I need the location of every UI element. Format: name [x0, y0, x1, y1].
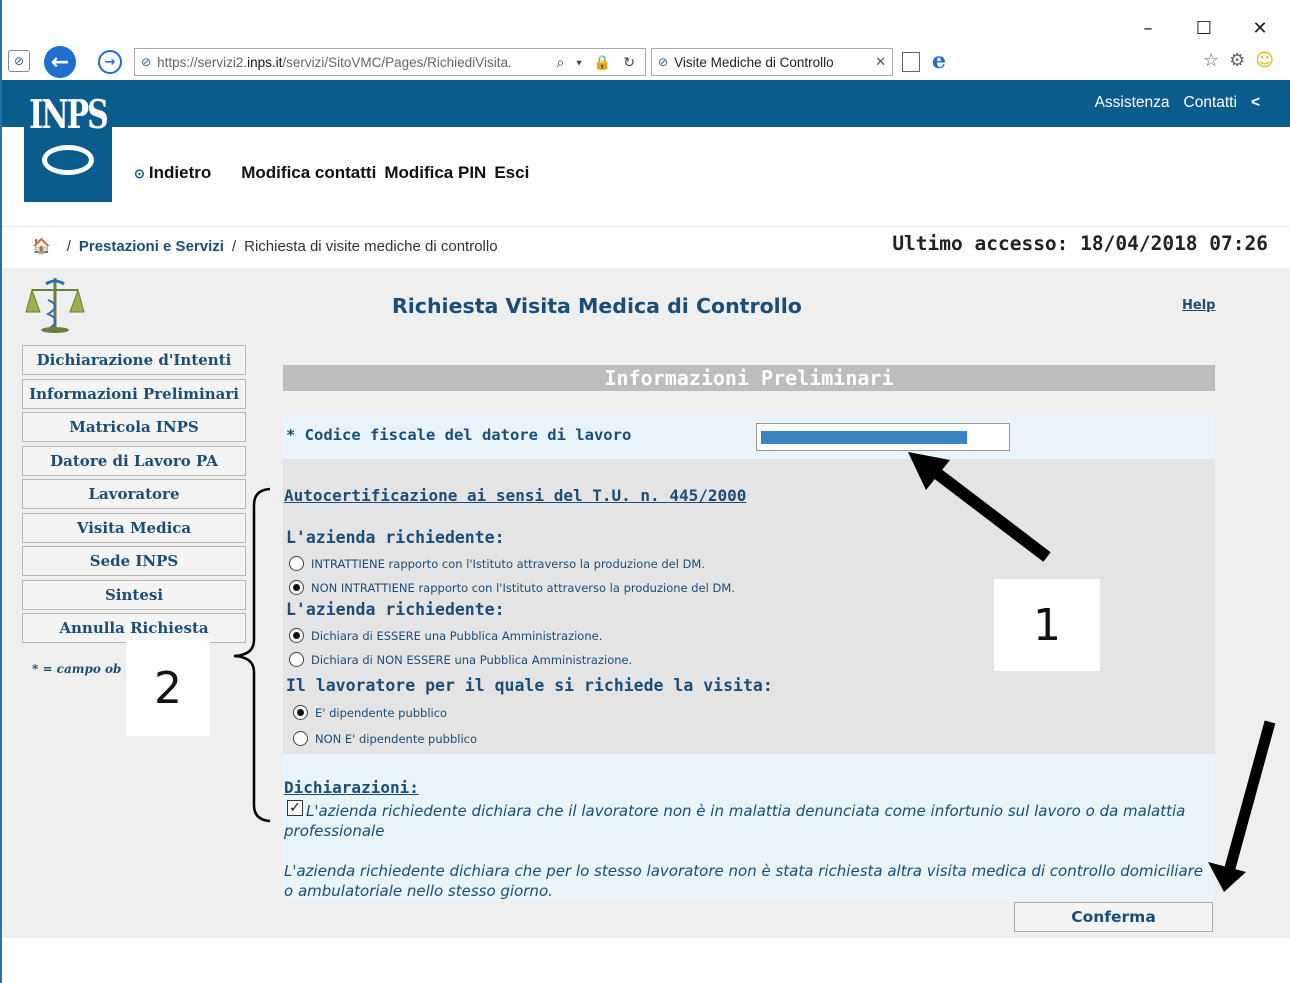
tab-title: Visite Mediche di Controllo [674, 54, 834, 70]
tab-favicon-icon: ⊘ [658, 55, 669, 69]
contatti-link[interactable]: Contatti [1184, 94, 1237, 112]
window-controls: – ☐ ✕ [1138, 18, 1270, 39]
side-item-visita[interactable]: Visita Medica [22, 512, 246, 543]
side-item-informazioni[interactable]: Informazioni Preliminari [22, 378, 246, 409]
assistenza-link[interactable]: Assistenza [1095, 94, 1170, 112]
settings-gear-icon[interactable]: ⚙ [1229, 50, 1245, 71]
declaration-2-text: L'azienda richiedente dichiara che per l… [284, 862, 1204, 900]
logo-text: INPS [29, 92, 109, 139]
required-field-note: * = campo ob [32, 662, 122, 676]
browser-window: – ☐ ✕ ⊘ ← → ⊘ https://servizi2.inps.it/s… [0, 0, 1290, 983]
radio-button-selected[interactable] [289, 628, 304, 643]
favorites-star-icon[interactable]: ☆ [1203, 50, 1219, 71]
breadcrumb: 🏠 / Prestazioni e Servizi / Richiesta di… [32, 237, 498, 256]
share-icon[interactable]: < [1251, 94, 1260, 112]
breadcrumb-prestazioni[interactable]: Prestazioni e Servizi [79, 238, 224, 255]
annotation-label-1: 1 [994, 579, 1100, 671]
radio-button[interactable] [293, 731, 308, 746]
declaration-1-text: L'azienda richiedente dichiara che il la… [284, 802, 1186, 840]
q2-option-non-essere-pa[interactable]: Dichiara di NON ESSERE una Pubblica Ammi… [289, 652, 632, 667]
breadcrumb-separator: / [66, 237, 71, 255]
side-item-lavoratore[interactable]: Lavoratore [22, 479, 246, 509]
edge-icon[interactable]: e [932, 48, 946, 74]
side-item-datore[interactable]: Datore di Lavoro PA [22, 445, 246, 476]
declarations-title: Dichiarazioni: [284, 778, 419, 797]
q3-title: Il lavoratore per il quale si richiede l… [286, 676, 773, 695]
radio-button[interactable] [289, 556, 304, 571]
modifica-pin-link[interactable]: Modifica PIN [384, 163, 486, 183]
q2-title: L'azienda richiedente: [286, 600, 505, 619]
inps-logo[interactable]: INPS [24, 80, 112, 202]
side-menu: Dichiarazione d'Intenti Informazioni Pre… [22, 345, 246, 647]
top-links: Assistenza Contatti < [1095, 94, 1260, 112]
q3-option-non-dipendente[interactable]: NON E' dipendente pubblico [293, 731, 477, 746]
new-tab-icon[interactable] [902, 52, 920, 72]
header-divider [2, 226, 1290, 227]
sub-nav: ⊙ Indietro Modifica contatti Modifica PIN… [134, 163, 537, 183]
browser-toolbar: ⊘ ← → ⊘ https://servizi2.inps.it/servizi… [2, 46, 1290, 78]
cf-redacted-value [761, 431, 967, 444]
close-window-button[interactable]: ✕ [1250, 18, 1270, 39]
modifica-contatti-link[interactable]: Modifica contatti [241, 163, 376, 183]
radio-button-selected[interactable] [293, 705, 308, 720]
maximize-button[interactable]: ☐ [1194, 18, 1214, 39]
minimize-button[interactable]: – [1138, 18, 1158, 39]
side-item-dichiarazione[interactable]: Dichiarazione d'Intenti [22, 345, 246, 375]
address-tools-icon[interactable]: ⌕ ▾ 🔒 ↻ [556, 54, 639, 71]
side-item-sintesi[interactable]: Sintesi [22, 579, 246, 610]
tab-visite-mediche[interactable]: ⊘ Visite Mediche di Controllo ✕ [651, 48, 893, 76]
radio-button[interactable] [289, 652, 304, 667]
breadcrumb-current: Richiesta di visite mediche di controllo [244, 237, 498, 255]
back-circle-icon: ⊙ [134, 166, 145, 181]
feedback-smiley-icon[interactable]: ☺ [1255, 50, 1274, 71]
help-link[interactable]: Help [1182, 298, 1215, 313]
address-bar[interactable]: ⊘ https://servizi2.inps.it/servizi/SitoV… [134, 48, 646, 76]
q1-option-non-intrattiene[interactable]: NON INTRATTIENE rapporto con l'Istituto … [289, 580, 735, 595]
q3-option-dipendente[interactable]: E' dipendente pubblico [293, 705, 447, 720]
page-title: Richiesta Visita Medica di Controllo [392, 294, 802, 318]
codice-fiscale-input[interactable] [756, 423, 1010, 451]
back-button[interactable]: ← [44, 46, 76, 78]
tab-close-icon[interactable]: ✕ [875, 54, 886, 70]
conferma-button[interactable]: Conferma [1014, 902, 1213, 932]
url-text: https://servizi2.inps.it/servizi/SitoVMC… [157, 54, 512, 70]
caduceus-icon [25, 278, 85, 333]
site-icon: ⊘ [8, 50, 30, 72]
home-icon[interactable]: 🏠 [32, 237, 51, 255]
q1-title: L'azienda richiedente: [286, 528, 505, 547]
q2-option-essere-pa[interactable]: Dichiara di ESSERE una Pubblica Amminist… [289, 628, 602, 643]
cf-label: * Codice fiscale del datore di lavoro [286, 426, 632, 444]
forward-button[interactable]: → [98, 50, 122, 74]
logo-swirl-icon [42, 145, 94, 175]
section-header: Informazioni Preliminari [283, 365, 1215, 391]
q1-option-intrattiene[interactable]: INTRATTIENE rapporto con l'Istituto attr… [289, 556, 705, 571]
autocert-link[interactable]: Autocertificazione ai sensi del T.U. n. … [284, 486, 746, 505]
side-item-matricola[interactable]: Matricola INPS [22, 412, 246, 442]
radio-button-selected[interactable] [289, 580, 304, 595]
indietro-link[interactable]: ⊙ Indietro [134, 163, 211, 183]
site-favicon-icon: ⊘ [141, 55, 152, 69]
annotation-label-2: 2 [126, 640, 210, 736]
browser-right-tools: ☆ ⚙ ☺ [1203, 50, 1274, 71]
side-item-sede[interactable]: Sede INPS [22, 546, 246, 576]
esci-link[interactable]: Esci [494, 163, 529, 183]
side-item-annulla[interactable]: Annulla Richiesta [22, 613, 246, 643]
last-access: Ultimo accesso: 18/04/2018 07:26 [892, 232, 1268, 255]
breadcrumb-separator: / [231, 237, 237, 255]
